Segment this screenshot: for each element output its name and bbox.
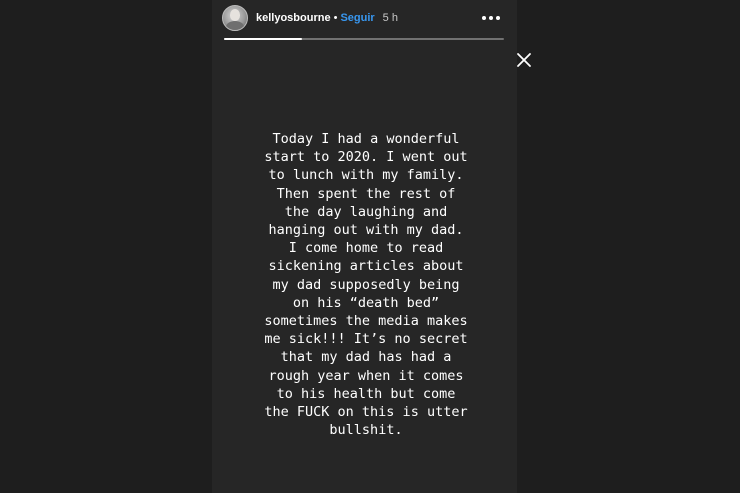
follow-button[interactable]: Seguir xyxy=(340,12,374,24)
close-icon-glyph xyxy=(517,53,531,67)
more-dot xyxy=(482,16,486,20)
separator-dot: • xyxy=(333,12,338,24)
timestamp: 5 h xyxy=(382,12,398,24)
avatar[interactable] xyxy=(222,5,248,31)
username[interactable]: kellyosbourne xyxy=(256,12,331,24)
close-icon[interactable] xyxy=(516,52,532,68)
story-progress-fill xyxy=(224,38,303,40)
story-progress-bar xyxy=(224,38,504,40)
story-viewer: kellyosbourne • Seguir 5 h Today I had a… xyxy=(0,0,740,493)
story-header: kellyosbourne • Seguir 5 h xyxy=(222,4,512,32)
story-text: Today I had a wonderful start to 2020. I… xyxy=(264,131,468,439)
more-dot xyxy=(489,16,493,20)
more-options-icon[interactable] xyxy=(478,12,504,24)
more-dot xyxy=(496,16,500,20)
